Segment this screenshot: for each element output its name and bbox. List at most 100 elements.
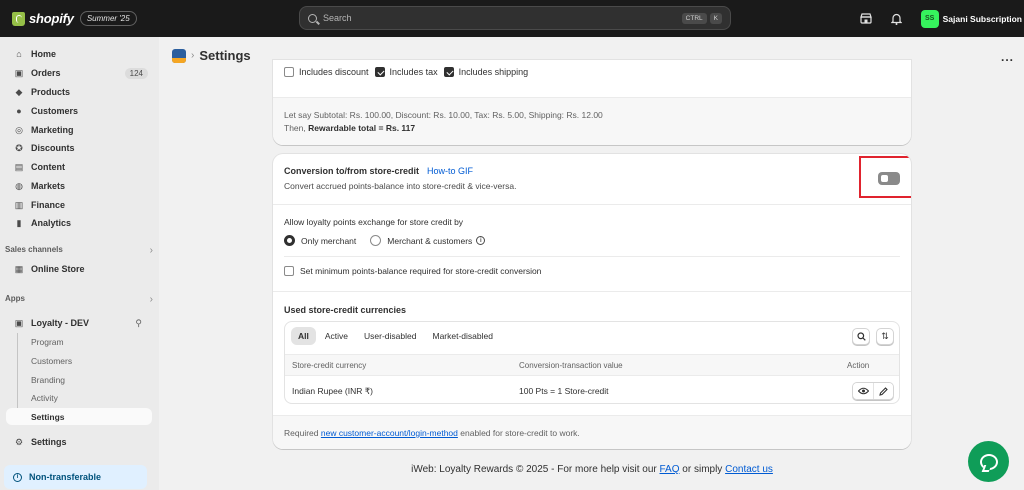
sidebar-subitem-branding[interactable]: Branding: [6, 371, 152, 388]
chart-icon: ▮: [16, 217, 22, 228]
store-credit-footnote: Required new customer-account/login-meth…: [273, 415, 911, 449]
login-method-link[interactable]: new customer-account/login-method: [321, 428, 458, 438]
contact-us-link[interactable]: Contact us: [725, 464, 773, 475]
app-icon[interactable]: [172, 48, 186, 63]
edition-badge[interactable]: Summer '25: [79, 11, 137, 26]
sidebar-item-products[interactable]: ◆ Products: [6, 83, 152, 101]
includes-discount-label: Includes discount: [299, 67, 369, 77]
sort-icon: ⇅: [881, 331, 889, 341]
sidebar-item-label: Content: [31, 162, 65, 172]
sidebar-subitem-settings[interactable]: Settings: [6, 408, 152, 425]
sidebar-item-analytics[interactable]: ▮ Analytics: [6, 214, 152, 232]
tab-active[interactable]: Active: [318, 327, 355, 345]
sidebar-item-label: Settings: [31, 437, 67, 447]
store-credit-description: Convert accrued points-balance into stor…: [284, 181, 517, 191]
rewardable-total-value: Rewardable total = Rs. 117: [308, 123, 416, 133]
used-currencies-title: Used store-credit currencies: [284, 305, 407, 315]
sidebar-subitem-customers[interactable]: Customers: [6, 352, 152, 369]
non-transferable-label: Non-transferable: [29, 472, 102, 482]
store-credit-toggle[interactable]: [878, 172, 900, 185]
sidebar-subitem-label: Settings: [31, 411, 65, 422]
only-merchant-label: Only merchant: [301, 235, 357, 246]
min-balance-checkbox[interactable]: [284, 266, 294, 276]
sidebar-item-discounts[interactable]: ✪ Discounts: [6, 139, 152, 157]
sort-button[interactable]: ⇅: [876, 328, 894, 345]
sidebar-item-label: Orders: [31, 68, 61, 78]
app-icon: ▣: [14, 317, 24, 328]
sidebar-item-label: Home: [31, 49, 57, 59]
bell-icon[interactable]: [890, 12, 904, 26]
page-header: › Settings: [172, 48, 251, 63]
howto-gif-link[interactable]: How-to GIF: [427, 166, 473, 176]
sidebar-item-label: Analytics: [31, 218, 72, 228]
edit-button[interactable]: [873, 383, 893, 399]
then-prefix: Then,: [284, 123, 306, 133]
eye-icon: [857, 387, 869, 395]
apps-title: Apps: [5, 294, 25, 303]
more-actions-icon[interactable]: ...: [1001, 50, 1014, 64]
chat-button[interactable]: [968, 441, 1009, 482]
orders-count-badge: 124: [124, 67, 148, 79]
target-icon: ◎: [15, 124, 23, 135]
sidebar-item-label: Discounts: [31, 143, 75, 153]
sidebar-subitem-program[interactable]: Program: [6, 333, 152, 350]
sidebar-item-label: Online Store: [31, 264, 85, 274]
row-actions: [852, 382, 894, 400]
sidebar-item-settings[interactable]: ⚙ Settings: [6, 433, 152, 451]
shortcut-key-k: K: [709, 12, 722, 24]
bank-icon: ▥: [14, 199, 24, 210]
search-button[interactable]: [852, 328, 870, 345]
sidebar-subitem-label: Program: [31, 336, 64, 347]
tab-all[interactable]: All: [291, 327, 316, 345]
tab-market-disabled[interactable]: Market-disabled: [425, 327, 499, 345]
merchant-customers-radio[interactable]: [370, 235, 382, 246]
search-input[interactable]: [323, 13, 679, 23]
includes-tax-checkbox[interactable]: [374, 67, 385, 77]
column-header-currency: Store-credit currency: [292, 361, 367, 370]
sidebar-subitem-label: Branding: [31, 374, 66, 385]
search-icon: [308, 13, 317, 23]
sidebar-subitem-activity[interactable]: Activity: [6, 389, 152, 406]
search-icon: [856, 332, 866, 341]
store-credit-title-text: Conversion to/from store-credit: [284, 166, 420, 176]
info-icon[interactable]: i: [476, 236, 486, 245]
shopify-logo[interactable]: shopify: [12, 11, 74, 26]
sidebar-item-label: Finance: [31, 200, 66, 210]
page-title: Settings: [199, 48, 251, 63]
sidebar-item-content[interactable]: ▤ Content: [6, 158, 152, 176]
breadcrumb-chevron-icon: ›: [191, 50, 195, 61]
sidebar-item-finance[interactable]: ▥ Finance: [6, 196, 152, 214]
sidebar-item-label: Loyalty - DEV: [31, 318, 90, 328]
apps-header[interactable]: Apps ›: [5, 294, 153, 305]
sidebar-item-loyalty-dev[interactable]: ▣ Loyalty - DEV ⚲: [6, 314, 152, 332]
tab-user-disabled[interactable]: User-disabled: [357, 327, 423, 345]
sidebar-item-markets[interactable]: ◍ Markets: [6, 177, 152, 195]
store-avatar[interactable]: SS: [920, 9, 939, 28]
sales-channels-header[interactable]: Sales channels ›: [5, 245, 153, 256]
search-bar[interactable]: CTRL K: [299, 6, 731, 30]
non-transferable-banner[interactable]: i Non-transferable: [4, 465, 147, 489]
sidebar-item-online-store[interactable]: ▦ Online Store: [6, 260, 152, 278]
includes-shipping-checkbox[interactable]: [443, 67, 454, 77]
faq-link[interactable]: FAQ: [660, 464, 680, 475]
result-line: Then, Rewardable total = Rs. 117: [284, 122, 900, 135]
view-button[interactable]: [853, 383, 873, 399]
sidebar-item-home[interactable]: ⌂ Home: [6, 45, 152, 63]
sidebar-item-marketing[interactable]: ◎ Marketing: [6, 121, 152, 139]
store-name[interactable]: Sajani Subscription: [943, 14, 1022, 24]
exchange-radio-group: Only merchant Merchant & customers i: [284, 235, 486, 246]
sidebar-item-orders[interactable]: ▣ Orders 124: [6, 64, 152, 82]
sidebar-item-customers[interactable]: ● Customers: [6, 102, 152, 120]
pin-icon[interactable]: ⚲: [135, 318, 142, 329]
allow-exchange-title: Allow loyalty points exchange for store …: [284, 217, 464, 227]
value-cell: 100 Pts = 1 Store-credit: [519, 386, 609, 396]
store-icon[interactable]: [859, 12, 873, 26]
info-icon: i: [13, 472, 22, 482]
sales-channels-title: Sales channels: [5, 245, 63, 254]
only-merchant-radio[interactable]: [284, 235, 295, 246]
includes-discount-checkbox[interactable]: [284, 67, 294, 77]
sidebar-item-label: Marketing: [31, 125, 74, 135]
pencil-icon: [879, 386, 888, 396]
globe-icon: ◍: [15, 180, 23, 191]
column-header-value: Conversion-transaction value: [519, 361, 623, 370]
